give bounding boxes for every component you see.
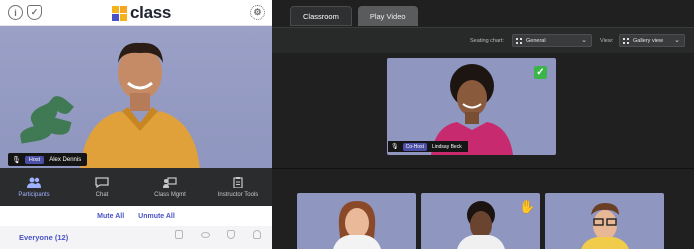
cohost-namebar: 🎙 Co-Host Lindsay Beck	[388, 141, 468, 152]
cohost-name: Lindsay Beck	[431, 143, 462, 150]
self-video-name: Alex Dennis	[49, 156, 82, 163]
classroom-panel: Classroom Play Video Seating chart: Gene…	[272, 0, 694, 249]
class-mgmt-icon	[163, 176, 177, 188]
screen-share-icon[interactable]	[175, 230, 183, 239]
chevron-down-icon: ⌄	[581, 37, 587, 44]
chevron-down-icon: ⌄	[674, 37, 680, 44]
seating-chart-dropdown[interactable]: General ⌄	[512, 34, 592, 47]
tool-participants[interactable]: Participants	[0, 168, 68, 206]
tool-label: Instructor Tools	[217, 191, 259, 198]
self-video-tile: 🎙 Host Alex Dennis	[0, 26, 272, 168]
logo-text: class	[130, 3, 172, 22]
left-toolbar: Participants Chat Class Mgmt Instructor …	[0, 168, 272, 206]
seating-chart-value: General	[526, 37, 546, 44]
student-avatar-video	[333, 201, 381, 249]
grid-icon	[623, 38, 629, 44]
clipboard-icon	[233, 176, 243, 188]
class-logo: class	[112, 3, 171, 23]
seating-chart-label: Seating chart:	[470, 38, 504, 44]
stage-divider	[272, 168, 694, 169]
checkmark-icon: ✓	[534, 66, 547, 79]
settings-gear-icon[interactable]: ⚙	[250, 5, 265, 20]
participants-icon	[27, 177, 41, 188]
everyone-label: Everyone (12)	[19, 233, 69, 242]
microphone-icon[interactable]: 🎙	[12, 156, 21, 164]
view-dropdown[interactable]: Gallery view ⌄	[619, 34, 685, 47]
tool-label: Participants	[18, 191, 50, 198]
student-tile: ✋	[421, 193, 540, 249]
student-avatar-video	[581, 203, 629, 249]
tab-play-video[interactable]: Play Video	[357, 6, 418, 26]
tab-classroom[interactable]: Classroom	[290, 6, 352, 26]
host-avatar-video	[80, 42, 200, 168]
view-value: Gallery view	[633, 37, 663, 44]
grid-icon	[516, 38, 522, 44]
view-controls-bar: Seating chart: General ⌄ View: Gallery v…	[272, 27, 694, 53]
mute-bar: Mute All Unmute All	[0, 206, 272, 226]
view-label: View:	[600, 38, 614, 44]
raised-hand-icon: ✋	[519, 199, 536, 214]
tool-instructor-tools[interactable]: Instructor Tools	[204, 168, 272, 206]
host-badge: Host	[24, 155, 45, 164]
info-icon[interactable]: i	[8, 5, 23, 20]
tool-label: Chat	[95, 191, 109, 198]
student-tile	[297, 193, 416, 249]
student-tile	[545, 193, 664, 249]
tool-label: Class Mgmt	[154, 191, 186, 198]
eye-icon[interactable]	[201, 232, 210, 238]
cohost-badge: Co-Host	[402, 142, 427, 151]
thumbs-up-icon[interactable]	[227, 230, 235, 239]
cohost-video-tile: ✓ 🎙 Co-Host Lindsay Beck	[387, 58, 556, 155]
shield-check-icon[interactable]: ✓	[27, 5, 42, 20]
mute-all-button[interactable]: Mute All	[97, 213, 124, 220]
microphone-icon[interactable]: 🎙	[391, 143, 399, 150]
unmute-all-button[interactable]: Unmute All	[138, 213, 175, 220]
tool-class-mgmt[interactable]: Class Mgmt	[136, 168, 204, 206]
hand-icon[interactable]	[253, 230, 261, 239]
tab-bar: Classroom Play Video	[290, 6, 418, 26]
logo-mark-icon	[112, 5, 127, 21]
chat-icon	[95, 176, 109, 188]
left-panel: i ✓ class ⚙ 🎙 Host Alex Dennis Participa…	[0, 0, 272, 249]
top-bar: i ✓ class ⚙	[0, 0, 272, 26]
tool-chat[interactable]: Chat	[68, 168, 136, 206]
student-avatar-video	[457, 201, 505, 249]
self-video-namebar: 🎙 Host Alex Dennis	[8, 153, 88, 166]
